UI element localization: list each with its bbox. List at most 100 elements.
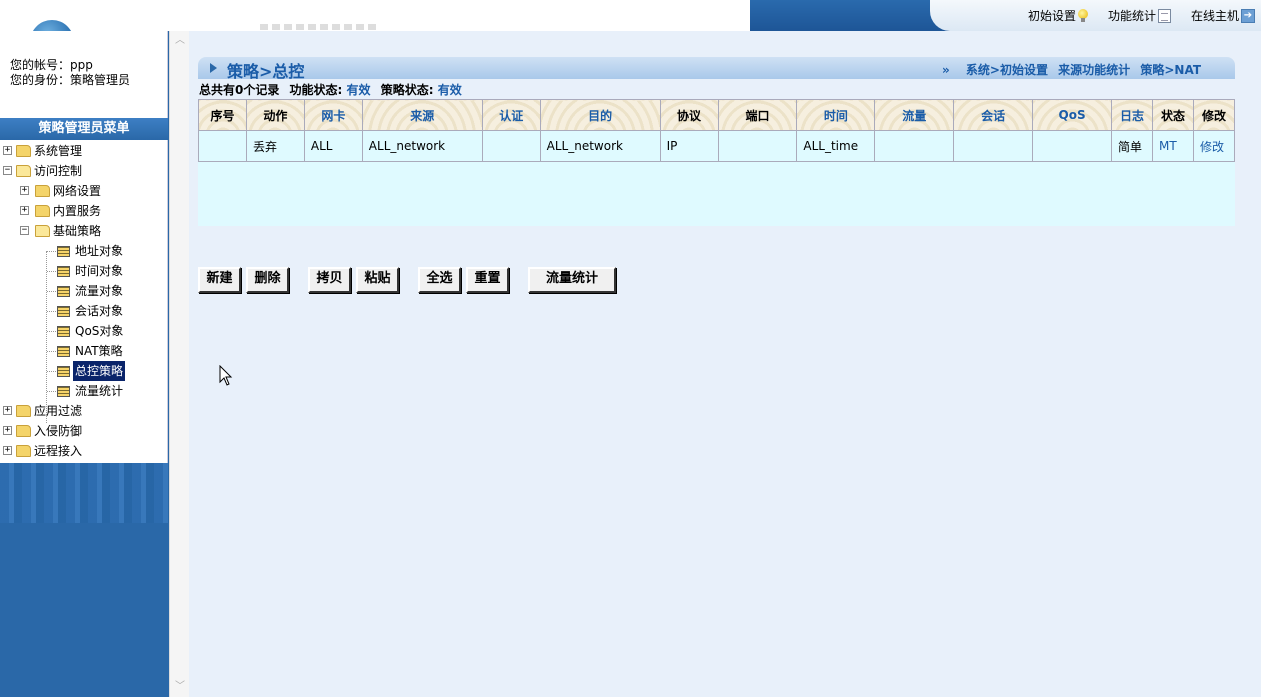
- column-header[interactable]: QoS: [1032, 99, 1113, 131]
- top-link-label: 在线主机: [1190, 9, 1239, 23]
- menu-node-item-9[interactable]: QoS对象: [0, 321, 168, 341]
- menu-node-label: 访问控制: [34, 164, 83, 178]
- menu-node-label: 系统管理: [34, 144, 83, 158]
- expand-toggle-icon[interactable]: +: [3, 446, 12, 455]
- menu-node-item-6[interactable]: 时间对象: [0, 261, 168, 281]
- menu-node-label: 基础策略: [53, 224, 102, 238]
- reset-button[interactable]: 重置: [466, 267, 509, 293]
- tree-connector: [47, 351, 56, 352]
- menu-node-label: 入侵防御: [34, 424, 83, 438]
- menu-panel: 您的帐号：ppp 您的身份：策略管理员 策略管理员菜单 + 系统管理 − 访问控制 + 网…: [0, 31, 168, 463]
- column-header[interactable]: 来源: [361, 99, 483, 131]
- menu-node-item-8[interactable]: 会话对象: [0, 301, 168, 321]
- triangle-bullet-icon: [210, 63, 217, 73]
- column-header: 协议: [659, 99, 719, 131]
- left-frame: 您的帐号：ppp 您的身份：策略管理员 策略管理员菜单 + 系统管理 − 访问控制 + 网…: [0, 31, 169, 697]
- menu-node-item-5[interactable]: 地址对象: [0, 241, 168, 261]
- menu-header: 策略管理员菜单: [0, 118, 168, 140]
- menu-node-item-11[interactable]: 总控策略: [0, 361, 168, 381]
- column-header[interactable]: 会话: [953, 99, 1034, 131]
- account-info: 您的帐号：ppp 您的身份：策略管理员: [10, 58, 130, 88]
- folder-icon: [35, 185, 50, 197]
- column-header[interactable]: 认证: [481, 99, 541, 131]
- top-link-online-hosts[interactable]: 在线主机 ➔: [1191, 7, 1255, 24]
- top-link-function-stats[interactable]: 功能统计: [1108, 7, 1171, 24]
- column-header[interactable]: 日志: [1111, 99, 1153, 131]
- expand-toggle-icon[interactable]: +: [20, 206, 29, 215]
- column-header[interactable]: 时间: [796, 99, 876, 131]
- folder-icon: [16, 405, 31, 417]
- breadcrumb-link-source-stats[interactable]: 来源功能统计: [1058, 63, 1130, 77]
- menu-node-label: 应用过滤: [34, 404, 83, 418]
- menu-node-item-0[interactable]: + 系统管理: [0, 141, 168, 161]
- menu-node-label: 地址对象: [75, 244, 124, 258]
- page-icon: [57, 386, 70, 397]
- menu-node-label: 流量统计: [75, 384, 124, 398]
- status-link[interactable]: MT: [1151, 130, 1194, 162]
- table-cell: [953, 130, 1034, 162]
- table-row[interactable]: 丢弃 ALL ALL_network ALL_network IP ALL_time 简单 M…: [198, 130, 1236, 162]
- menu-node-item-14[interactable]: + 入侵防御: [0, 421, 168, 441]
- top-links: 初始设置 功能统计 在线主机 ➔: [930, 0, 1261, 31]
- folder-icon: [16, 145, 31, 157]
- top-link-initial-setup[interactable]: 初始设置: [1028, 7, 1088, 24]
- paste-button[interactable]: 粘贴: [356, 267, 399, 293]
- folder-open-icon: [16, 165, 31, 177]
- delete-button[interactable]: 删除: [246, 267, 289, 293]
- menu-node-item-2[interactable]: + 网络设置: [0, 181, 168, 201]
- column-header: 动作: [245, 99, 305, 131]
- arrow-right-icon: ➔: [1241, 8, 1255, 23]
- top-banner: 初始设置 功能统计 在线主机 ➔: [0, 0, 1261, 42]
- menu-node-item-3[interactable]: + 内置服务: [0, 201, 168, 221]
- copy-button[interactable]: 拷贝: [308, 267, 351, 293]
- menu-node-item-7[interactable]: 流量对象: [0, 281, 168, 301]
- edit-link[interactable]: 修改: [1192, 130, 1236, 162]
- menu-node-label: 会话对象: [75, 304, 124, 318]
- menu-node-item-12[interactable]: 流量统计: [0, 381, 168, 401]
- page-icon: [57, 326, 70, 337]
- bulb-icon: [1077, 8, 1088, 23]
- column-header[interactable]: 网卡: [303, 99, 363, 131]
- new-button[interactable]: 新建: [198, 267, 241, 293]
- expand-toggle-icon[interactable]: +: [3, 426, 12, 435]
- tree-connector: [47, 291, 56, 292]
- collapse-toggle-icon[interactable]: −: [3, 166, 12, 175]
- menu-node-item-1[interactable]: − 访问控制: [0, 161, 168, 181]
- column-header: 端口: [717, 99, 798, 131]
- menu-tree: + 系统管理 − 访问控制 + 网络设置 + 内置服务 − 基础策略地址对象时间对象流量对象会话对…: [0, 141, 168, 461]
- func-status-value: 有效: [346, 83, 371, 97]
- scroll-up-icon[interactable]: ︿: [172, 33, 188, 49]
- column-header[interactable]: 流量: [874, 99, 955, 131]
- breadcrumb-link-nat[interactable]: 策略>NAT: [1140, 63, 1201, 77]
- menu-node-item-4[interactable]: − 基础策略: [0, 221, 168, 241]
- status-summary: 总共有0个记录 功能状态: 有效 策略状态: 有效: [199, 81, 462, 98]
- table-cell: ALL_network: [361, 130, 483, 162]
- collapse-toggle-icon[interactable]: −: [20, 226, 29, 235]
- menu-node-label: 时间对象: [75, 264, 124, 278]
- page-icon: [57, 266, 70, 277]
- menu-node-item-10[interactable]: NAT策略: [0, 341, 168, 361]
- left-frame-scrollbar[interactable]: ︿ ﹀: [169, 31, 189, 697]
- traffic-stats-button[interactable]: 流量统计: [528, 267, 616, 293]
- table-body: 丢弃 ALL ALL_network ALL_network IP ALL_time 简单 M…: [198, 130, 1236, 162]
- table-cell: ALL_time: [796, 130, 876, 162]
- table-cell: [717, 130, 798, 162]
- table-cell: [481, 130, 541, 162]
- expand-toggle-icon[interactable]: +: [20, 186, 29, 195]
- menu-node-item-15[interactable]: + 远程接入: [0, 441, 168, 461]
- expand-toggle-icon[interactable]: +: [3, 406, 12, 415]
- expand-toggle-icon[interactable]: +: [3, 146, 12, 155]
- select-all-button[interactable]: 全选: [418, 267, 461, 293]
- policy-status-label: 策略状态:: [380, 83, 434, 97]
- scroll-down-icon[interactable]: ﹀: [172, 679, 188, 695]
- menu-node-label: 网络设置: [53, 184, 102, 198]
- breadcrumb-link-initial-setup[interactable]: 系统>初始设置: [966, 63, 1048, 77]
- column-header[interactable]: 目的: [539, 99, 661, 131]
- document-icon: [1157, 8, 1171, 23]
- menu-node-item-13[interactable]: + 应用过滤: [0, 401, 168, 421]
- page-title: 策略>总控: [227, 62, 305, 81]
- top-link-label: 功能统计: [1107, 9, 1156, 23]
- policy-table-area: 序号 动作 网卡 来源 认证 目的 协议 端口 时间 流量 会话 QoS 日志 状态 修改 丢弃 ALL ALL…: [198, 99, 1236, 293]
- policy-table: 序号 动作 网卡 来源 认证 目的 协议 端口 时间 流量 会话 QoS 日志 状态 修改 丢弃 ALL ALL…: [198, 99, 1236, 162]
- table-header-row: 序号 动作 网卡 来源 认证 目的 协议 端口 时间 流量 会话 QoS 日志 状态 修改: [198, 99, 1236, 131]
